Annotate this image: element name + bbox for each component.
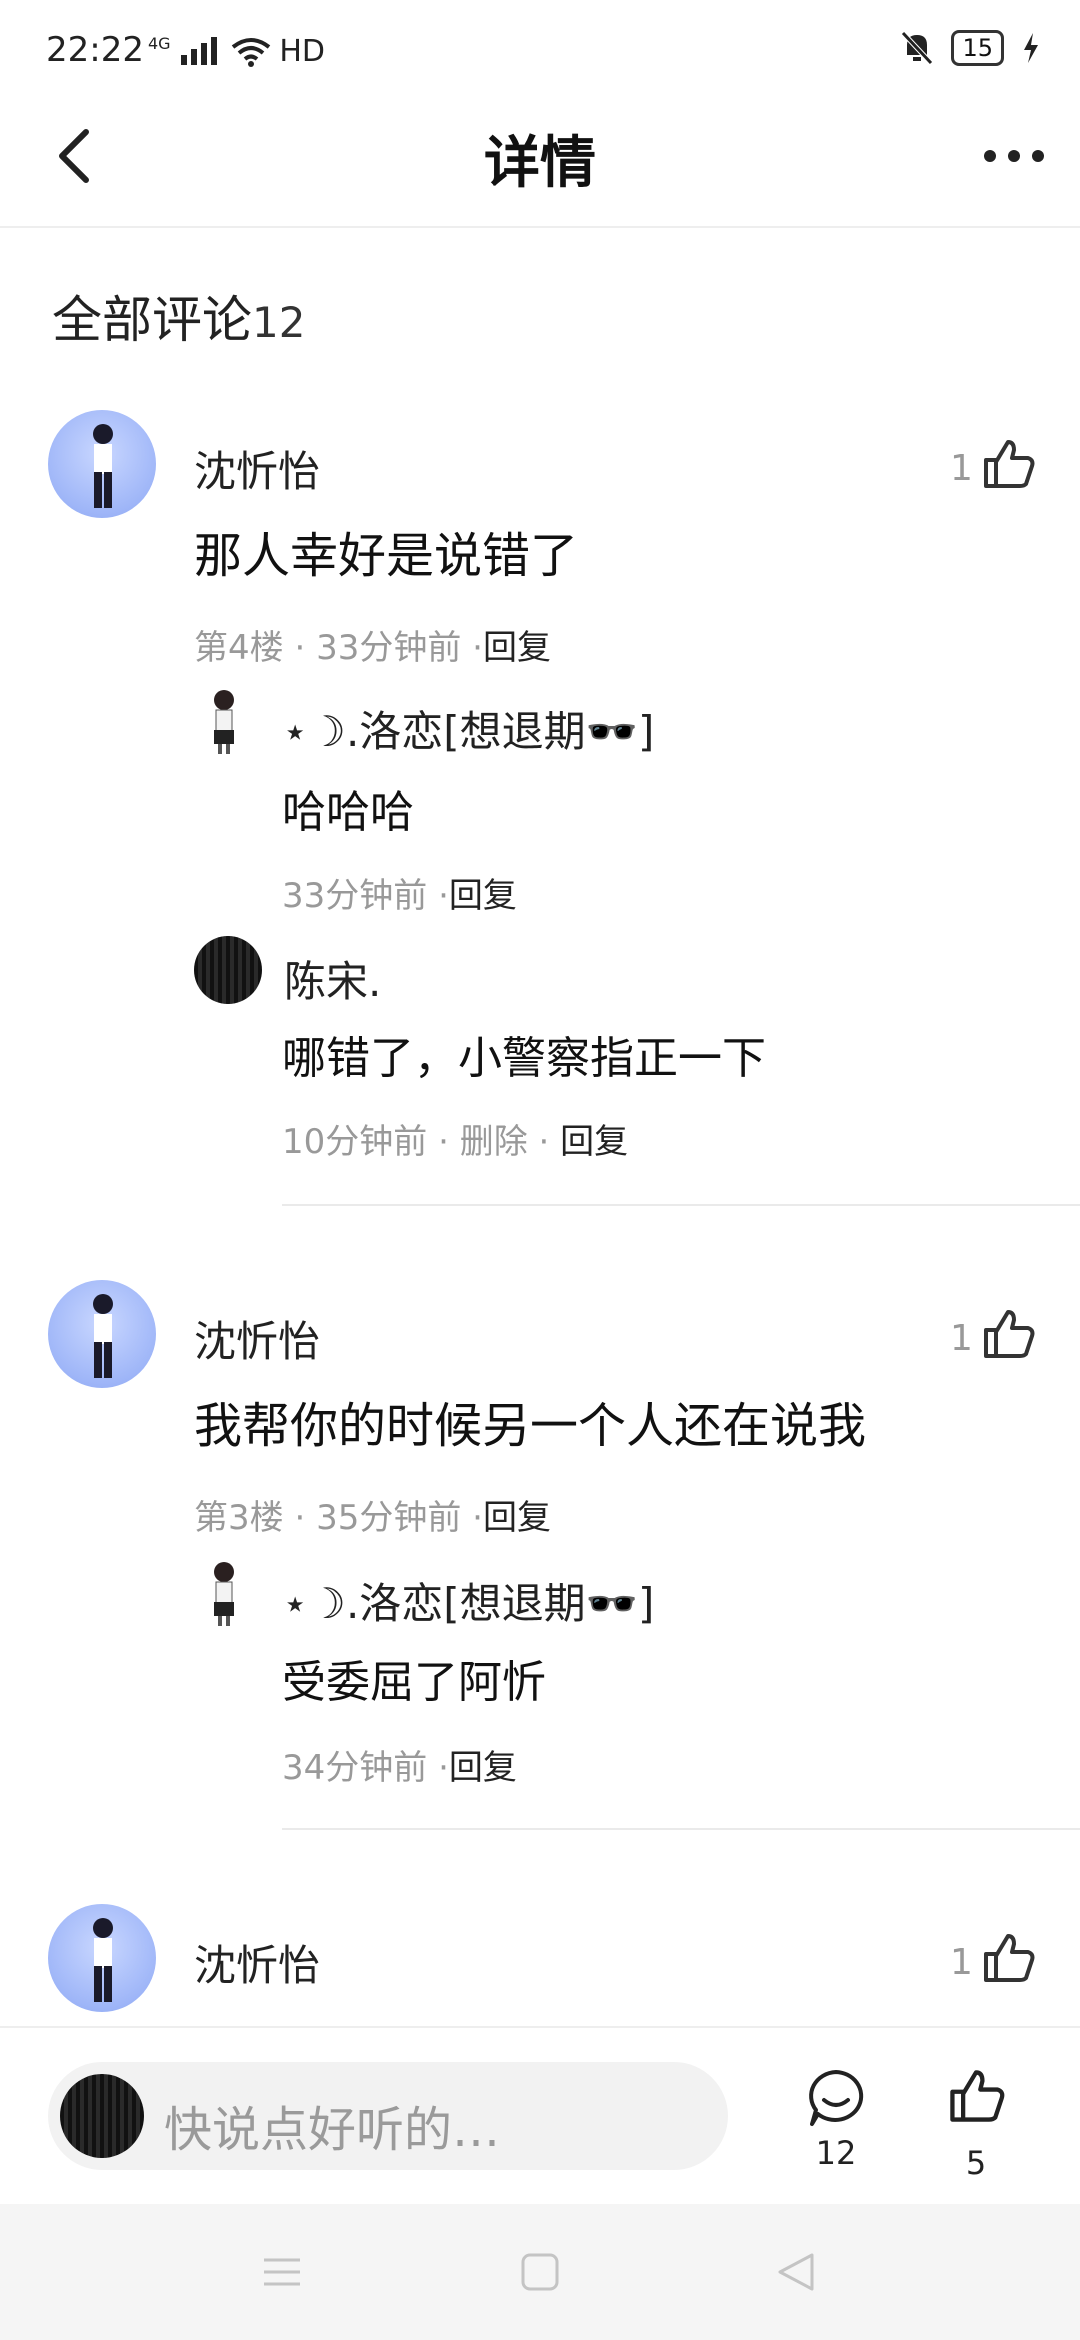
status-bar: 22:22 4G HD 15 — [0, 0, 1080, 100]
avatar[interactable] — [48, 1904, 156, 2012]
reply-button[interactable]: 回复 — [560, 1122, 628, 1162]
network-type: 4G — [148, 34, 171, 53]
comment-floor: 第4楼 — [194, 628, 284, 668]
like-count: 1 — [950, 1318, 973, 1359]
charging-icon — [1024, 33, 1038, 63]
reply-time: 34分钟前 — [282, 1748, 428, 1788]
comment-icon[interactable] — [806, 2068, 866, 2128]
reply-author[interactable]: 陈宋. — [284, 948, 381, 1009]
reply-button[interactable]: 回复 — [483, 1498, 551, 1538]
divider — [282, 1828, 1080, 1830]
reply-author[interactable]: ⋆☽.洛恋[想退期🕶️] — [282, 1570, 654, 1631]
comment-input-placeholder[interactable]: 快说点好听的… — [164, 2090, 500, 2160]
thumbs-up-icon[interactable] — [980, 436, 1036, 492]
reply-meta: 34分钟前 ·回复 — [282, 1748, 517, 1788]
comment-time: 35分钟前 — [316, 1498, 462, 1538]
reply-meta: 10分钟前 · 删除 · 回复 — [282, 1122, 629, 1162]
reply-meta: 33分钟前 ·回复 — [282, 876, 517, 916]
comment-author[interactable]: 沈忻怡 — [194, 438, 320, 499]
reply-author[interactable]: ⋆☽.洛恋[想退期🕶️] — [282, 698, 654, 759]
delete-button[interactable]: 删除 — [460, 1122, 528, 1162]
reply-button[interactable]: 回复 — [449, 1748, 517, 1788]
like-count: 1 — [950, 1942, 973, 1983]
status-right: 15 — [901, 30, 1040, 66]
all-comments-label: 全部评论 — [52, 291, 252, 349]
like-count: 1 — [950, 448, 973, 489]
signal-icon — [180, 36, 217, 65]
reply-text: 受委屈了阿忻 — [282, 1657, 546, 1708]
my-avatar — [60, 2074, 144, 2158]
divider — [282, 1204, 1080, 1206]
all-comments-count: 12 — [252, 298, 306, 347]
reply-avatar[interactable] — [196, 686, 252, 756]
battery-level: 15 — [951, 30, 1004, 66]
reply-button[interactable]: 回复 — [449, 876, 517, 916]
avatar[interactable] — [48, 1280, 156, 1388]
reply-button[interactable]: 回复 — [483, 628, 551, 668]
comment-author[interactable]: 沈忻怡 — [194, 1308, 320, 1369]
menu-nav-icon[interactable] — [262, 2252, 302, 2292]
comment-count: 12 — [815, 2134, 857, 2172]
thumbs-up-icon[interactable] — [946, 2066, 1006, 2126]
reply-avatar[interactable] — [196, 1558, 252, 1628]
reply-text: 哈哈哈 — [282, 787, 414, 838]
reply-time: 33分钟前 — [282, 876, 428, 916]
comment-time: 33分钟前 — [316, 628, 462, 668]
thumbs-up-icon[interactable] — [980, 1306, 1036, 1362]
status-time: 22:22 — [46, 30, 144, 70]
back-nav-icon[interactable] — [776, 2252, 816, 2292]
avatar[interactable] — [48, 410, 156, 518]
comment-floor: 第3楼 — [194, 1498, 284, 1538]
status-network: 4G HD — [148, 34, 325, 69]
like-total-count: 5 — [965, 2144, 987, 2182]
mute-icon — [901, 31, 934, 65]
comment-meta: 第4楼 · 33分钟前 ·回复 — [194, 628, 551, 668]
comment-text: 那人幸好是说错了 — [194, 528, 579, 584]
home-nav-icon[interactable] — [520, 2252, 560, 2292]
reply-text: 哪错了，小警察指正一下 — [282, 1033, 766, 1084]
hd-label: HD — [279, 34, 326, 69]
wifi-icon — [231, 37, 271, 67]
comment-text: 我帮你的时候另一个人还在说我 — [194, 1398, 867, 1454]
comment-author[interactable]: 沈忻怡 — [194, 1932, 320, 1993]
more-options-icon[interactable] — [984, 150, 1044, 162]
page-title: 详情 — [484, 131, 596, 196]
comment-meta: 第3楼 · 35分钟前 ·回复 — [194, 1498, 551, 1538]
thumbs-up-icon[interactable] — [980, 1930, 1036, 1986]
reply-avatar[interactable] — [194, 936, 262, 1004]
all-comments-heading: 全部评论12 — [52, 280, 305, 352]
reply-time: 10分钟前 — [282, 1122, 428, 1162]
